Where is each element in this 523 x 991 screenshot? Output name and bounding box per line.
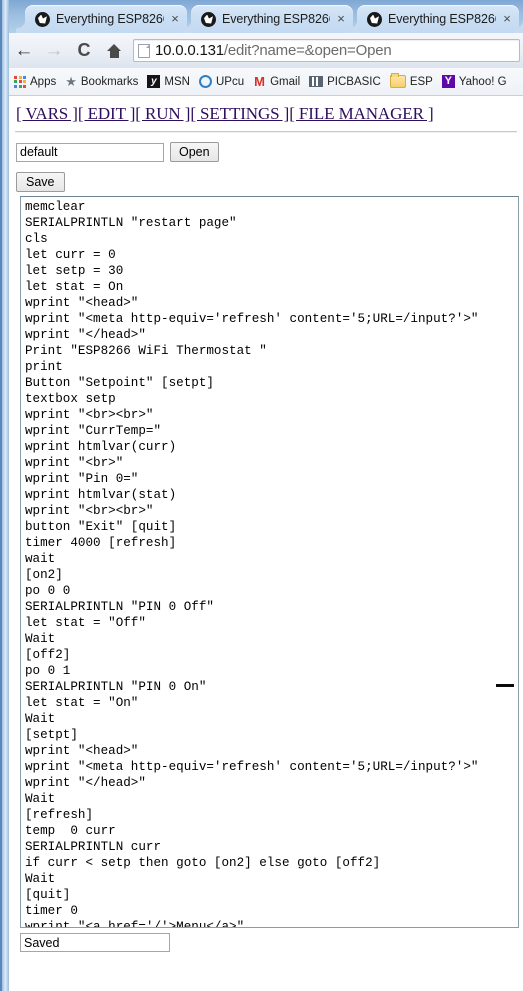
page-content: [ VARS ][ EDIT ][ RUN ][ SETTINGS ][ FIL…: [9, 96, 523, 991]
browser-tab-2[interactable]: Everything ESP8266 - ×: [182, 5, 353, 33]
esp8266-favicon: [35, 11, 50, 27]
apps-grid-icon: [14, 75, 26, 88]
nav-link-file-manager[interactable]: [ FILE MANAGER ]: [289, 104, 433, 123]
nav-links: [ VARS ][ EDIT ][ RUN ][ SETTINGS ][ FIL…: [9, 96, 523, 124]
bookmark-label: Apps: [30, 75, 57, 88]
reload-icon[interactable]: C: [69, 36, 99, 66]
close-icon[interactable]: ×: [333, 11, 349, 27]
bookmark-bookmarks[interactable]: ★ Bookmarks: [65, 75, 138, 88]
bookmark-label: Gmail: [270, 75, 301, 88]
url-host: 10.0.0.131: [155, 42, 224, 59]
browser-toolbar: ← → C 10.0.0.131/edit?name=&open=Open: [9, 33, 523, 69]
filename-input[interactable]: [16, 142, 164, 162]
bookmark-label: ESP: [409, 75, 433, 88]
bookmark-apps[interactable]: Apps: [14, 75, 57, 88]
url-path: /edit?name=&open=Open: [223, 42, 392, 59]
bookmark-esp[interactable]: ESP: [389, 73, 433, 88]
nav-link-vars[interactable]: [ VARS ]: [16, 104, 78, 123]
page-icon: [138, 43, 150, 58]
star-icon: ★: [65, 74, 77, 89]
browser-tab-1[interactable]: Everything ESP8266 - ×: [16, 5, 187, 33]
window-frame-edge: [0, 0, 2, 991]
nav-link-edit[interactable]: [ EDIT ]: [78, 104, 136, 123]
bookmark-gmail[interactable]: M Gmail: [253, 75, 300, 88]
status-field[interactable]: [20, 933, 170, 952]
bookmark-label: Yahoo! G: [458, 75, 507, 88]
close-icon[interactable]: ×: [499, 11, 515, 27]
yahoo-icon: Y: [441, 75, 455, 88]
gmail-icon: M: [254, 74, 266, 89]
bookmarks-bar: Apps ★ Bookmarks y MSN UPcu M Gmail PICB…: [9, 68, 523, 96]
bookmark-upcu[interactable]: UPcu: [198, 75, 245, 88]
address-bar[interactable]: 10.0.0.131/edit?name=&open=Open: [133, 39, 520, 62]
scroll-indicator: [496, 684, 514, 687]
browser-window: Everything ESP8266 - × Everything ESP826…: [0, 0, 523, 991]
bookmark-label: PICBASIC: [327, 75, 381, 88]
esp8266-favicon: [367, 11, 382, 27]
bookmark-yahoo[interactable]: Y Yahoo! G: [441, 75, 507, 88]
save-button[interactable]: Save: [16, 172, 65, 192]
open-button[interactable]: Open: [170, 142, 219, 162]
home-icon[interactable]: [99, 36, 129, 66]
status-row: [9, 928, 523, 952]
bookmark-picbasic[interactable]: PICBASIC: [309, 76, 381, 88]
bookmark-label: Bookmarks: [80, 75, 139, 88]
back-icon[interactable]: ←: [9, 36, 39, 66]
folder-icon: [389, 73, 406, 88]
forward-icon[interactable]: →: [39, 36, 69, 66]
save-row: Save: [9, 162, 523, 192]
tab-strip: Everything ESP8266 - × Everything ESP826…: [9, 0, 523, 33]
upcu-icon: [198, 75, 212, 88]
close-icon[interactable]: ×: [167, 11, 183, 27]
esp8266-favicon: [201, 11, 216, 27]
code-editor[interactable]: [20, 196, 519, 928]
bookmark-msn[interactable]: y MSN: [147, 75, 190, 88]
tab-title: Everything ESP8266 -: [222, 12, 330, 26]
bookmark-label: MSN: [164, 75, 190, 88]
tab-title: Everything ESP8266 -: [388, 12, 496, 26]
tab-title: Everything ESP8266 -: [56, 12, 164, 26]
msn-icon: y: [147, 75, 161, 88]
bookmark-label: UPcu: [215, 75, 245, 88]
picbasic-icon: [309, 76, 324, 87]
address-bar-text: 10.0.0.131/edit?name=&open=Open: [155, 42, 392, 59]
nav-link-run[interactable]: [ RUN ]: [135, 104, 190, 123]
open-file-form: Open: [9, 133, 523, 162]
nav-link-settings[interactable]: [ SETTINGS ]: [190, 104, 289, 123]
browser-tab-3[interactable]: Everything ESP8266 - ×: [348, 5, 519, 33]
